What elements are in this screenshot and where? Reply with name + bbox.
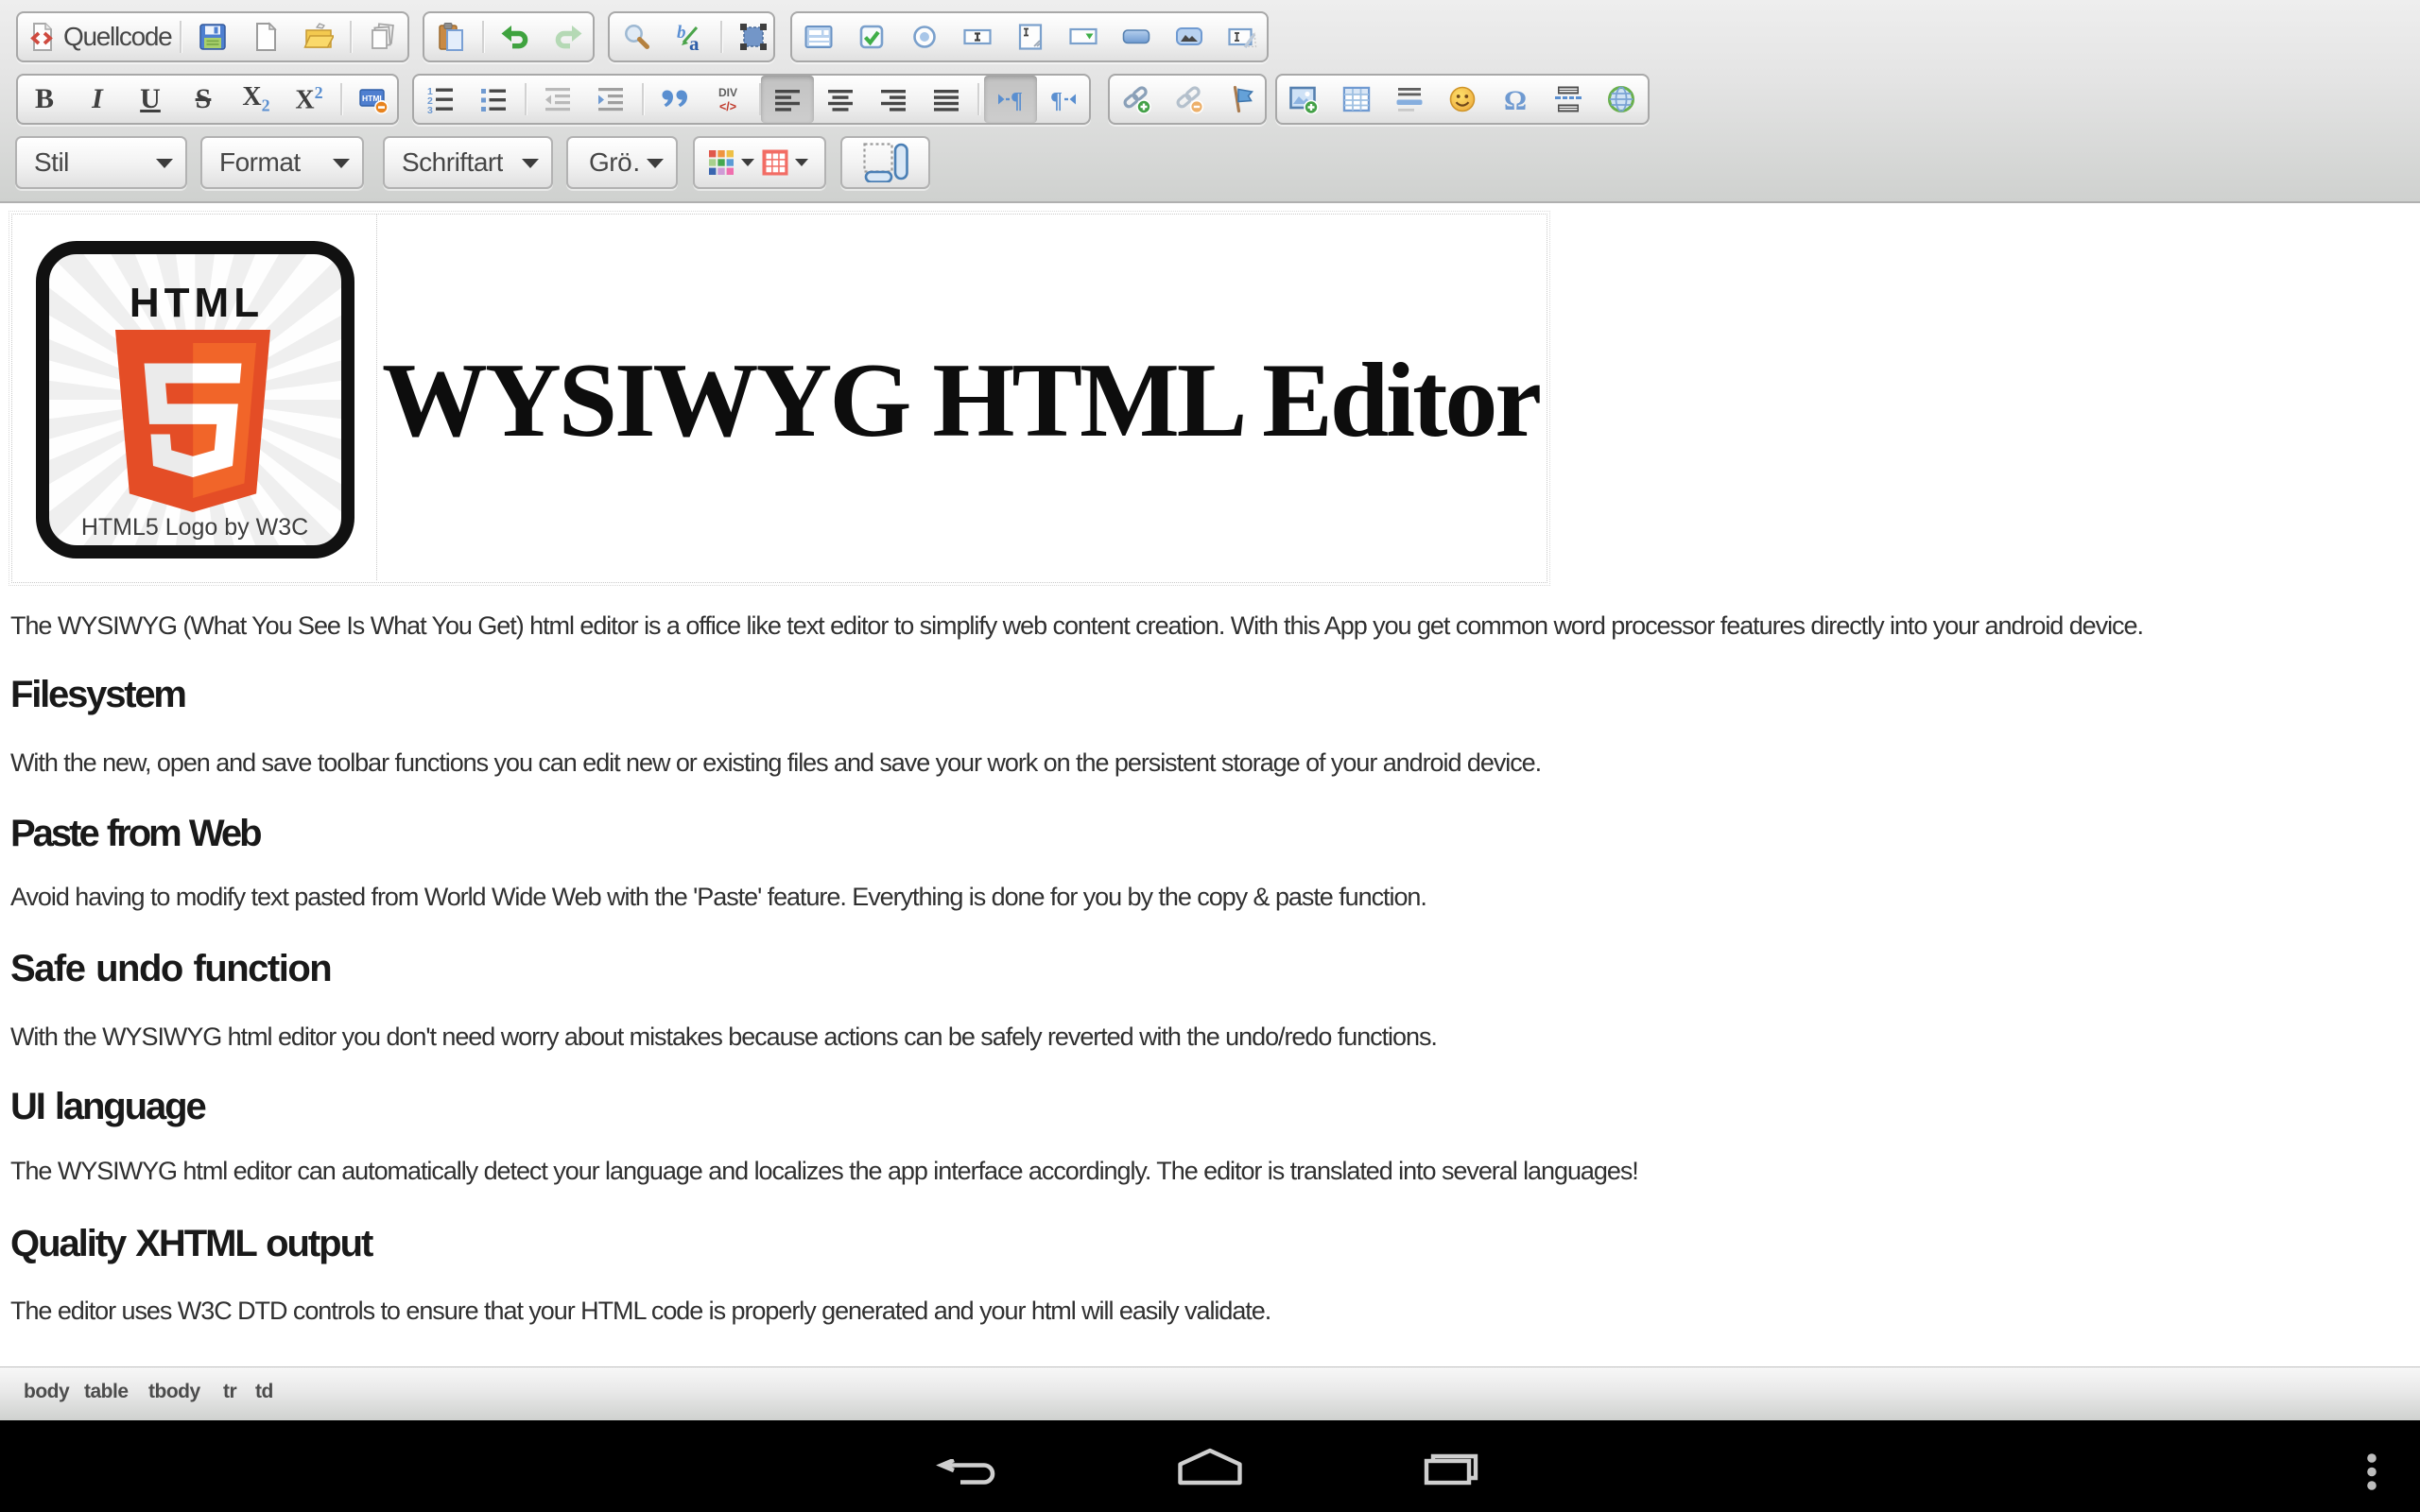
svg-text:¶: ¶ — [1050, 89, 1063, 113]
svg-text:Ω: Ω — [1504, 85, 1527, 114]
svg-text:</>: </> — [719, 100, 736, 113]
svg-text:HTML: HTML — [130, 280, 264, 326]
svg-text:3: 3 — [427, 105, 433, 114]
svg-text:¶: ¶ — [1011, 89, 1023, 113]
svg-text:DIV: DIV — [718, 86, 737, 99]
svg-text:HTML5 Logo by W3C: HTML5 Logo by W3C — [81, 514, 308, 541]
